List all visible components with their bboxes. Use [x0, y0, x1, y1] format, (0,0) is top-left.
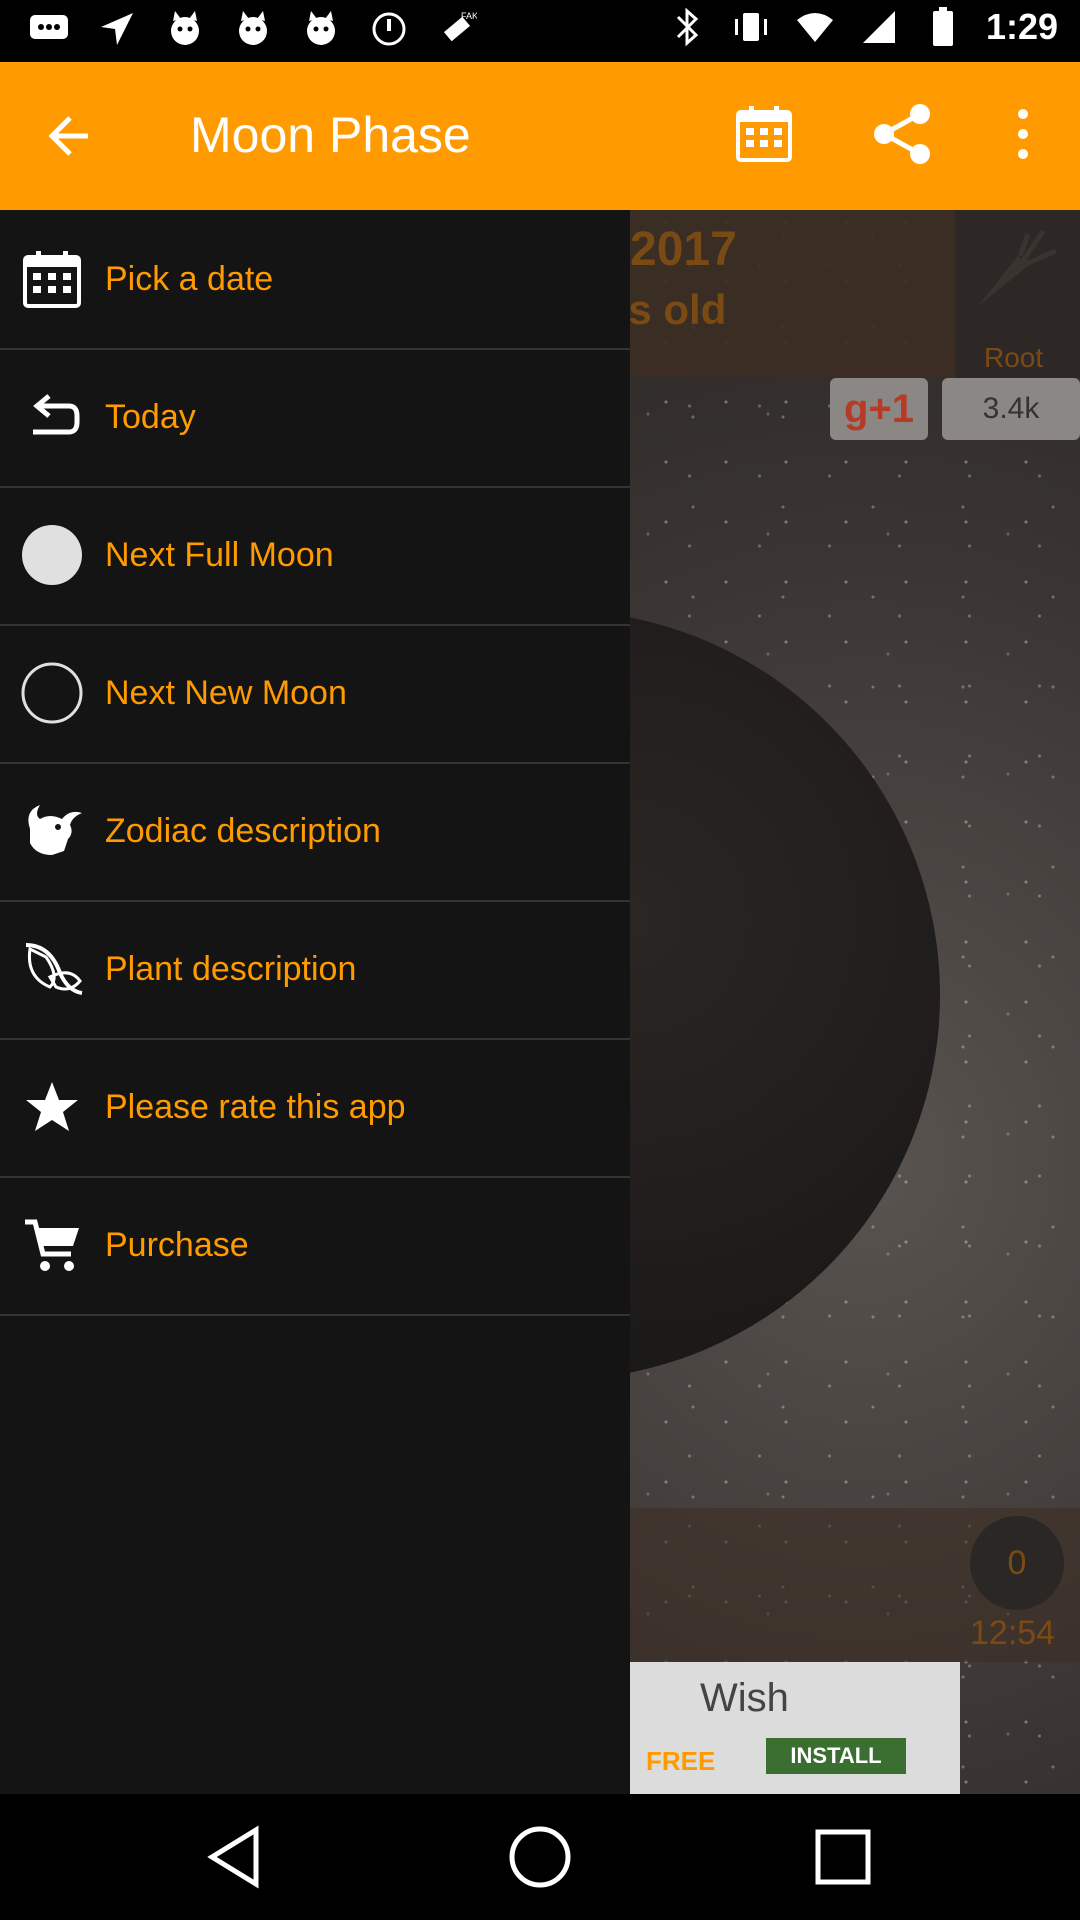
page-title: Moon Phase — [190, 107, 471, 163]
menu-item-label: Please rate this app — [105, 1087, 406, 1126]
date-text: 2017 — [630, 223, 737, 276]
navigation-drawer: Pick a date Today Next Full Moon Next Ne… — [0, 210, 630, 1794]
bluetooth-icon — [666, 6, 708, 48]
menu-item-label: Today — [105, 397, 196, 436]
app-bar: Moon Phase — [0, 62, 1080, 210]
undo-icon — [20, 385, 84, 449]
calendar-icon[interactable] — [736, 106, 792, 162]
ad-install-button[interactable]: INSTALL — [766, 1738, 906, 1774]
system-nav-bar — [0, 1794, 1080, 1920]
menu-item-label: Pick a date — [105, 259, 274, 298]
home-circle-icon[interactable] — [505, 1822, 575, 1892]
more-vert-icon[interactable] — [1008, 106, 1038, 162]
menu-item-label: Next New Moon — [105, 673, 347, 712]
vibrate-icon — [730, 6, 772, 48]
cat-app-icon — [232, 8, 274, 50]
full-moon-icon — [20, 523, 84, 587]
ad-app-name: Wish — [700, 1676, 789, 1720]
cart-icon — [20, 1213, 84, 1277]
menu-item-label: Purchase — [105, 1225, 249, 1264]
alarm-icon — [368, 8, 410, 50]
battery-icon — [922, 6, 964, 48]
fake-gps-icon: FAKE — [436, 8, 478, 50]
gplus-count: 3.4k — [942, 378, 1080, 440]
root-label: Root — [984, 342, 1044, 373]
navigation-icon — [96, 8, 138, 50]
back-arrow-icon[interactable] — [40, 106, 100, 166]
menu-item-next-full-moon[interactable]: Next Full Moon — [0, 486, 630, 626]
zero-badge: 0 — [970, 1516, 1064, 1610]
menu-item-pick-a-date[interactable]: Pick a date — [0, 210, 630, 350]
leaf-icon — [20, 937, 84, 1001]
signal-icon — [858, 6, 900, 48]
svg-text:FAKE: FAKE — [461, 11, 477, 21]
menu-item-label: Plant description — [105, 949, 357, 988]
calendar-icon — [20, 247, 84, 311]
cat-app-icon — [164, 8, 206, 50]
menu-item-rate-app[interactable]: Please rate this app — [0, 1038, 630, 1178]
new-moon-icon — [20, 661, 84, 725]
menu-item-next-new-moon[interactable]: Next New Moon — [0, 624, 630, 764]
recents-square-icon[interactable] — [808, 1822, 878, 1892]
ad-banner[interactable]: Wish FREE INSTALL — [630, 1662, 960, 1794]
gplus-button[interactable]: g+1 — [830, 378, 928, 440]
menu-item-label: Next Full Moon — [105, 535, 334, 574]
moon-time-text: 12:54 — [970, 1614, 1056, 1652]
menu-item-plant-description[interactable]: Plant description — [0, 900, 630, 1040]
menu-item-purchase[interactable]: Purchase — [0, 1176, 630, 1316]
menu-item-label: Zodiac description — [105, 811, 381, 850]
status-time: 1:29 — [985, 6, 1058, 47]
bull-icon — [20, 799, 84, 863]
menu-item-zodiac-description[interactable]: Zodiac description — [0, 762, 630, 902]
carrot-icon — [968, 226, 1058, 316]
status-bar: FAKE 1:29 — [0, 0, 1080, 62]
cat-app-icon — [300, 8, 342, 50]
star-icon — [20, 1075, 84, 1139]
ad-free-label: FREE — [646, 1746, 716, 1776]
back-triangle-icon[interactable] — [200, 1822, 270, 1892]
wifi-icon — [794, 6, 836, 48]
share-icon[interactable] — [870, 102, 934, 166]
chat-icon — [28, 8, 70, 50]
menu-item-today[interactable]: Today — [0, 348, 630, 488]
